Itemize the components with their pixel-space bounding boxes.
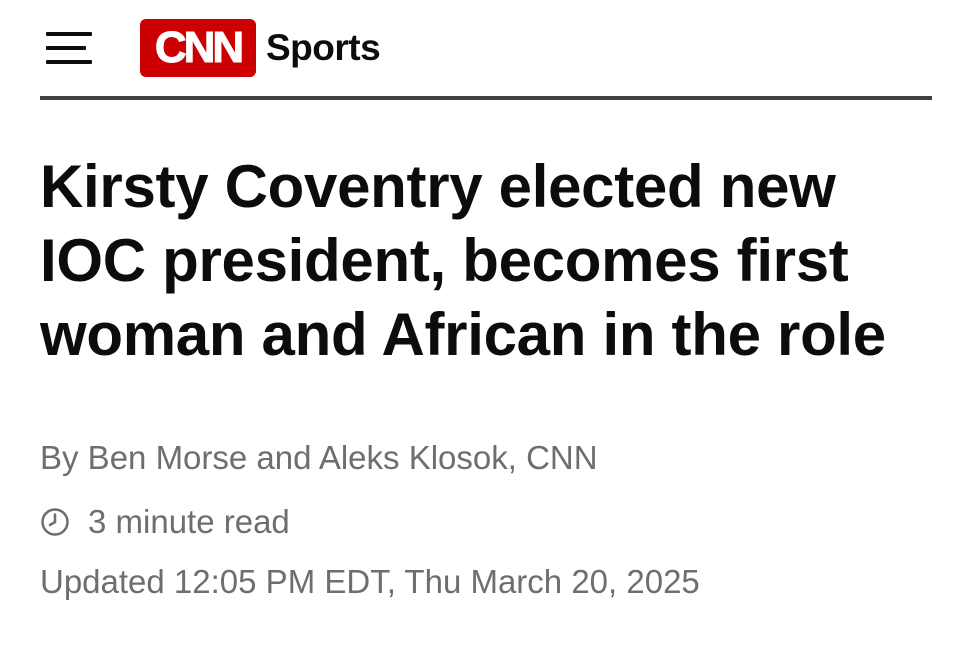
menu-line (46, 46, 86, 50)
cnn-logo-text: CNN (154, 23, 244, 72)
menu-line (46, 32, 92, 36)
article-page: CNN Sports Kirsty Coventry elected new I… (0, 0, 972, 646)
clock-icon (40, 507, 70, 537)
updated-timestamp: Updated 12:05 PM EDT, Thu March 20, 2025 (40, 562, 932, 602)
hamburger-menu-icon[interactable] (46, 32, 92, 64)
article-headline: Kirsty Coventry elected new IOC presiden… (40, 153, 886, 368)
cnn-logo: CNN (140, 19, 256, 77)
cnn-sports-logo-link[interactable]: CNN Sports (140, 19, 381, 77)
updated-text: Updated 12:05 PM EDT, Thu March 20, 2025 (40, 563, 700, 600)
article-byline: By Ben Morse and Aleks Klosok, CNN (40, 438, 932, 478)
read-time-text: 3 minute read (88, 503, 290, 540)
read-time: 3 minute read (40, 502, 932, 542)
section-name: Sports (266, 27, 381, 68)
byline-text: By Ben Morse and Aleks Klosok, CNN (40, 439, 598, 476)
menu-line (46, 60, 92, 64)
site-header: CNN Sports (40, 0, 932, 100)
